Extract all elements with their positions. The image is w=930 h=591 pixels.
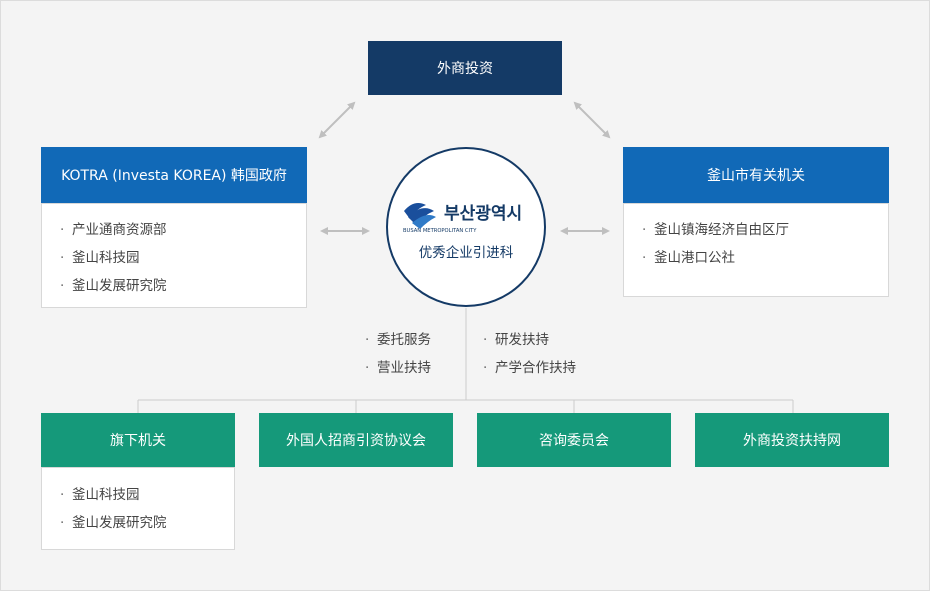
bottom-box-investment-support-network: 外商投资扶持网 [695,413,889,467]
bottom-box-investment-council: 外国人招商引资协议会 [259,413,453,467]
left-box-title: KOTRA (Investa KOREA) 韩国政府 [61,168,287,184]
list-item: · 釜山发展研究院 [60,272,306,300]
list-item-label: 釜山镇海经济自由区厅 [654,222,789,238]
bullet: · [60,222,65,238]
list-item-label: 釜山发展研究院 [72,278,167,294]
top-box-foreign-investment: 外商投资 [368,41,562,95]
middle-right-list: · 研发扶持 · 产学合作扶持 [483,326,576,382]
double-arrow-icon [318,101,356,139]
bullet: · [642,222,647,238]
list-item-label: 营业扶持 [377,360,431,376]
list-item: · 釜山发展研究院 [60,509,234,537]
bottom-box-affiliates: 旗下机关 [41,413,235,467]
double-arrow-icon [573,101,611,139]
bottom-box-title: 咨询委员会 [539,433,609,449]
left-box-panel: · 产业通商资源部 · 釜山科技园 · 釜山发展研究院 [41,203,307,308]
logo-subtext: BUSAN METROPOLITAN CITY [403,228,477,234]
list-item: · 产学合作扶持 [483,354,576,382]
list-item-label: 釜山港口公社 [654,250,735,266]
list-item: · 釜山港口公社 [642,244,888,272]
list-item: · 营业扶持 [365,354,431,382]
list-item-label: 釜山科技园 [72,250,140,266]
logo-text: 부산광역시 [444,204,522,224]
list-item: · 研发扶持 [483,326,576,354]
list-item-label: 研发扶持 [495,332,549,348]
bullet: · [60,278,65,294]
bullet: · [60,515,65,531]
bottom-box-title: 旗下机关 [110,433,166,449]
list-item: · 委托服务 [365,326,431,354]
top-box-title: 外商投资 [437,61,493,77]
right-box-title: 釜山市有关机关 [707,168,805,184]
bullet: · [365,332,370,348]
bullet: · [365,360,370,376]
right-box-list: · 釜山镇海经济自由区厅 · 釜山港口公社 [642,216,888,272]
list-item-label: 釜山发展研究院 [72,515,167,531]
list-item: · 产业通商资源部 [60,216,306,244]
left-box-header: KOTRA (Investa KOREA) 韩国政府 [41,147,307,203]
bottom-box-affiliates-panel: · 釜山科技园 · 釜山发展研究院 [41,467,235,550]
center-label: 优秀企业引进科 [419,244,514,261]
bullet: · [60,487,65,503]
bottom-box-affiliates-list: · 釜山科技园 · 釜山发展研究院 [60,481,234,537]
left-box-list: · 产业通商资源部 · 釜山科技园 · 釜山发展研究院 [60,216,306,300]
list-item-label: 委托服务 [377,332,431,348]
center-circle: 부산광역시 BUSAN METROPOLITAN CITY 优秀企业引进科 [386,147,546,307]
bullet: · [483,332,488,348]
right-box-panel: · 釜山镇海经济自由区厅 · 釜山港口公社 [623,203,889,297]
tree-connector [137,308,794,413]
busan-logo-icon: 부산광역시 BUSAN METROPOLITAN CITY 优秀企业引进科 [403,203,522,261]
bullet: · [642,250,647,266]
list-item-label: 产业通商资源部 [72,222,167,238]
list-item: · 釜山科技园 [60,481,234,509]
middle-left-list: · 委托服务 · 营业扶持 [365,326,431,382]
list-item-label: 釜山科技园 [72,487,140,503]
right-box-header: 釜山市有关机关 [623,147,889,203]
list-item: · 釜山科技园 [60,244,306,272]
bottom-box-title: 外国人招商引资协议会 [286,433,426,449]
list-item-label: 产学合作扶持 [495,360,576,376]
bottom-box-advisory-committee: 咨询委员会 [477,413,671,467]
bullet: · [60,250,65,266]
list-item: · 釜山镇海经济自由区厅 [642,216,888,244]
bullet: · [483,360,488,376]
bottom-box-title: 外商投资扶持网 [743,433,841,449]
